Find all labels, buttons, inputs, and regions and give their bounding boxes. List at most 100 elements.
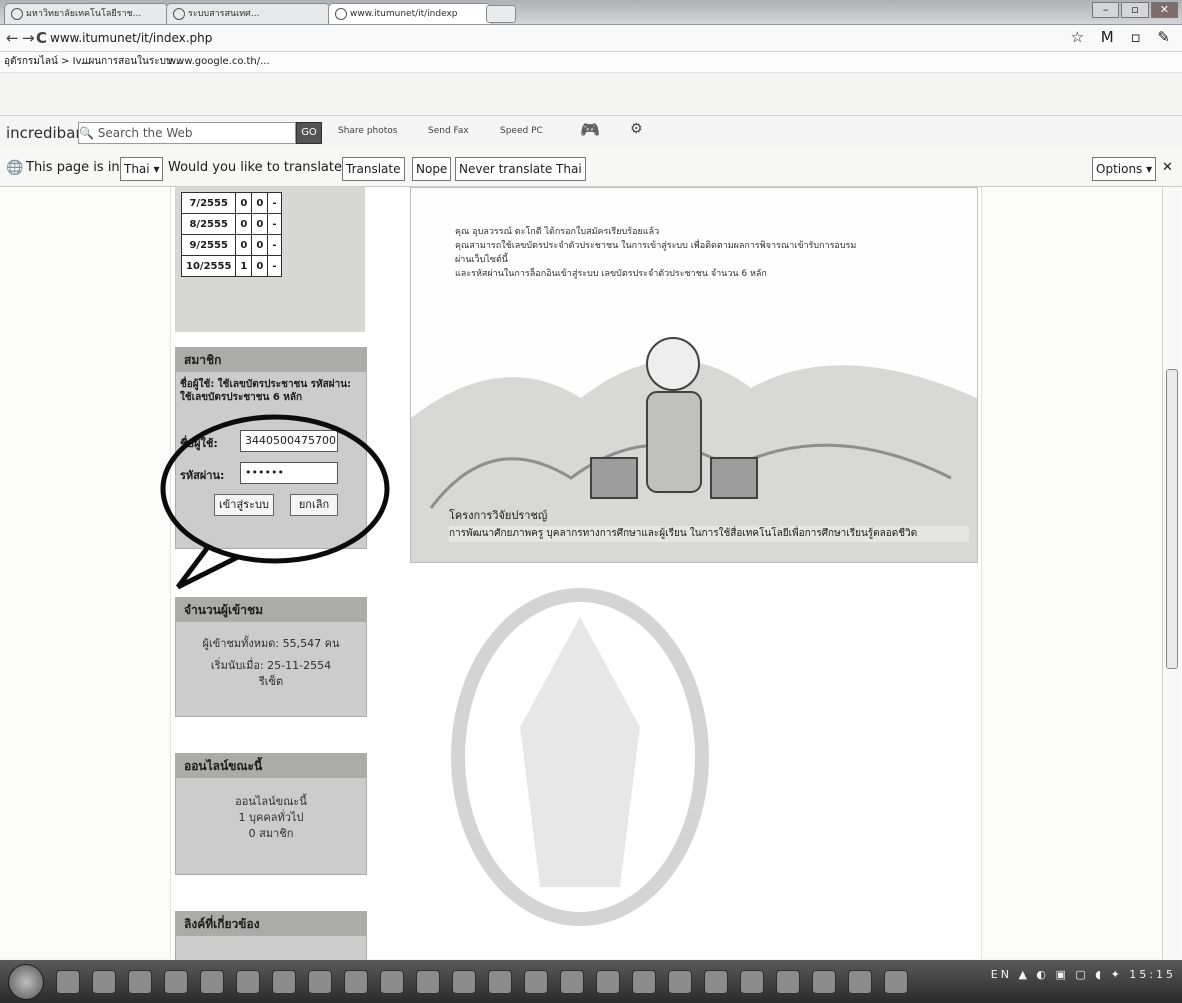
app-icon[interactable] [884,970,908,994]
title-bar: มหาวิทยาลัยเทคโนโลยีราช... ระบบสารสนเทศ.… [0,0,1182,25]
app-icon[interactable] [524,970,548,994]
online-panel-title: ออนไลน์ขณะนี้ [176,754,366,778]
app-icon[interactable] [308,970,332,994]
tab-2[interactable]: ระบบสารสนเทศ... [166,3,330,24]
new-tab-button[interactable] [486,5,516,23]
chrome-icon[interactable] [236,970,260,994]
table-row: 7/2555 0 0 - [180,192,282,214]
table-cell: - [267,255,282,277]
banner: คุณ อุบลวรรณ์ ตะโกดี ได้กรอกใบสมัครเรียบ… [410,187,978,563]
ie-icon[interactable] [56,970,80,994]
app-icon[interactable] [344,970,368,994]
page-content: 7/2555 0 0 - 8/2555 0 0 - 9/2555 0 0 - 1… [0,187,1182,961]
visitor-total: ผู้เข้าชมทั้งหมด: 55,547 คน [202,637,340,650]
banner-footer-line: โครงการวิจัยปราชญ์ [449,509,548,522]
table-cell: 7/2555 [180,192,237,214]
university-seal-watermark [451,588,709,926]
table-cell: 0 [235,192,253,214]
table-cell: 0 [235,234,253,256]
table-cell: 9/2555 [180,234,237,256]
start-button[interactable] [8,964,44,1000]
tab-3[interactable]: www.itumunet/it/indexp [328,3,492,24]
app-icon[interactable] [416,970,440,994]
member-panel-title: สมาชิก [176,348,366,372]
table-cell: 0 [235,213,253,235]
app-icon[interactable] [488,970,512,994]
table-row: 9/2555 0 0 - [180,234,282,256]
navigation-bar: ← → C www.itumunet/it/index.php ☆ M ▫ ✎ [0,25,1182,52]
app-icon[interactable] [632,970,656,994]
incredibar-logo: incredibar [6,124,82,142]
stats-table: 7/2555 0 0 - 8/2555 0 0 - 9/2555 0 0 - 1… [180,192,282,277]
page-icon [11,7,23,20]
bookmark-item[interactable]: www.google.co.th/... [168,52,270,72]
app-icon[interactable] [812,970,836,994]
app-icon[interactable] [272,970,296,994]
links-panel: ลิงค์ที่เกี่ยวข้อง [175,911,367,961]
app-icon[interactable] [704,970,728,994]
address-bar[interactable]: www.itumunet/it/index.php [50,29,212,47]
go-button[interactable]: GO [296,122,322,144]
tab-1[interactable]: มหาวิทยาลัยเทคโนโลยีราช... [4,3,168,24]
app-icon[interactable] [200,970,224,994]
back-button[interactable]: ← [6,28,19,48]
system-tray[interactable]: EN ▲ ◐ ▣ ▢ ◖ ✦ 15:15 [991,968,1176,981]
settings-icon[interactable]: ⚙ [630,121,643,137]
forward-button[interactable]: → [22,28,35,48]
translate-bar: 🌐 This page is in Thai ▾ Would you like … [0,150,1182,187]
table-cell: - [267,192,282,214]
translate-icon: 🌐 [6,160,24,176]
table-row: 8/2555 0 0 - [180,213,282,235]
app-icon[interactable] [596,970,620,994]
table-cell: 0 [251,192,269,214]
app-icon[interactable] [668,970,692,994]
table-cell: 0 [251,255,269,277]
reload-button[interactable]: C [36,28,47,48]
nope-button[interactable]: Nope [412,157,452,181]
app-icon[interactable] [560,970,584,994]
table-row: 10/2555 1 0 - [180,255,282,277]
table-cell: 0 [251,234,269,256]
close-button[interactable]: ✕ [1150,2,1178,18]
app-icon[interactable] [128,970,152,994]
visitors-panel: จำนวนผู้เข้าชม ผู้เข้าชมทั้งหมด: 55,547 … [175,597,367,717]
app-icon[interactable] [452,970,476,994]
bookmarks-bar: อุตัรกรมไลน์ > Iv... แผนการสอนในระบบ... … [0,52,1182,73]
translate-question: Would you like to translate it? [168,160,362,175]
bookmark-item[interactable]: แผนการสอนในระบบ... [82,52,182,72]
close-icon[interactable]: ✕ [1162,158,1173,178]
send-fax-button[interactable]: Send Fax [428,126,469,136]
table-cell: 10/2555 [180,255,237,277]
app-icon[interactable] [848,970,872,994]
stats-panel: 7/2555 0 0 - 8/2555 0 0 - 9/2555 0 0 - 1… [175,187,365,332]
app-icon[interactable] [776,970,800,994]
online-panel: ออนไลน์ขณะนี้ ออนไลน์ขณะนี้ 1 บุคคลทั่วไ… [175,753,367,875]
never-translate-button[interactable]: Never translate Thai [455,157,586,181]
links-panel-title: ลิงค์ที่เกี่ยวข้อง [176,912,366,936]
table-cell: - [267,213,282,235]
bookmark-item[interactable]: อุตัรกรมไลน์ > Iv... [4,52,90,72]
search-input[interactable]: 🔍 Search the Web [78,122,296,144]
toolbar-icons[interactable]: ☆ M ▫ ✎ [1071,28,1176,46]
speed-pc-button[interactable]: Speed PC [500,126,543,136]
banner-footer-line: การพัฒนาศักยภาพครู บุคลากรทางการศึกษาและ… [449,526,969,542]
share-photos-button[interactable]: Share photos [338,126,397,136]
speech-bubble-annotation [160,414,390,589]
banner-line: คุณสามารถใช้เลขบัตรประจำตัวประชาชน ในการ… [455,241,857,251]
translate-button[interactable]: Translate [342,157,405,181]
app-icon[interactable] [164,970,188,994]
visitors-panel-title: จำนวนผู้เข้าชม [176,598,366,622]
explorer-icon[interactable] [92,970,116,994]
minimize-button[interactable]: – [1092,2,1120,18]
language-select[interactable]: Thai ▾ [120,157,164,181]
app-icon[interactable] [380,970,404,994]
visitor-reset[interactable]: รีเซ็ต [176,674,366,690]
window-controls: – ▫ ✕ [1092,2,1178,18]
login-notice: ชื่อผู้ใช้: ใช้เลขบัตรประชาชน รหัสผ่าน: … [180,379,352,403]
maximize-button[interactable]: ▫ [1121,2,1149,18]
app-icon[interactable] [740,970,764,994]
tab-label: มหาวิทยาลัยเทคโนโลยีราช... [26,9,142,19]
scrollbar-thumb[interactable] [1166,369,1178,669]
gamepad-icon[interactable]: 🎮 [580,120,600,139]
options-button[interactable]: Options ▾ [1092,157,1157,181]
